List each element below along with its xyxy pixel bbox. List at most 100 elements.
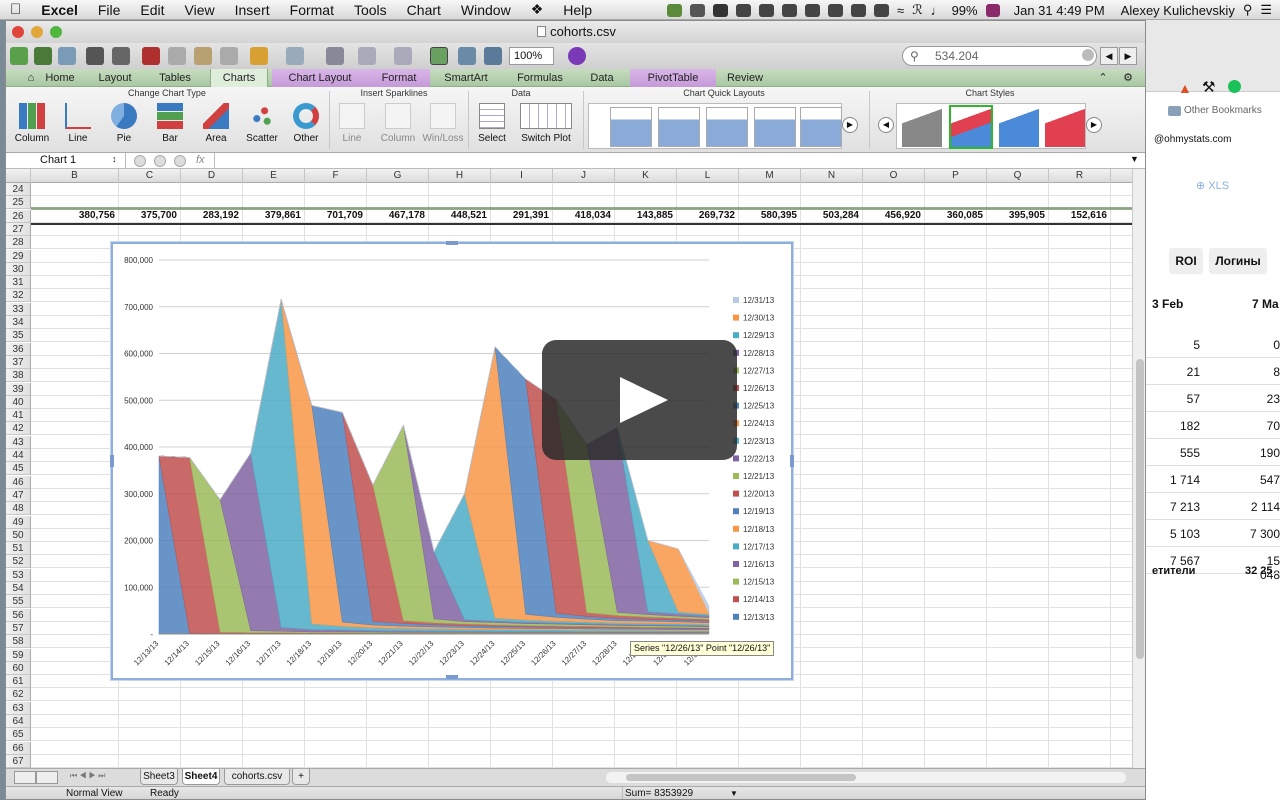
- undo-icon[interactable]: [250, 47, 268, 65]
- chart-type-column-button[interactable]: Column: [12, 103, 52, 144]
- sheet-tab-sheet3[interactable]: Sheet3: [140, 769, 178, 785]
- media-browser-icon[interactable]: [458, 47, 476, 65]
- column-header-k[interactable]: K: [615, 169, 677, 183]
- switch-plot-button[interactable]: Switch Plot: [514, 103, 578, 144]
- quick-layouts-gallery[interactable]: [588, 103, 842, 149]
- clock[interactable]: Jan 31 4:49 PM: [1014, 3, 1105, 18]
- chart-type-scatter-button[interactable]: Scatter: [242, 103, 282, 144]
- chart-type-bar-button[interactable]: Bar: [150, 103, 190, 144]
- row-header-41[interactable]: 41: [6, 409, 31, 423]
- clear-search-icon[interactable]: [1082, 49, 1094, 61]
- add-sheet-button[interactable]: +: [292, 769, 310, 785]
- cell-q25[interactable]: 395,905: [987, 210, 1049, 222]
- browser-tab-roi[interactable]: ROI: [1169, 248, 1203, 274]
- row-header-40[interactable]: 40: [6, 395, 31, 409]
- column-header-q[interactable]: Q: [987, 169, 1049, 183]
- spotlight-icon[interactable]: ⚲: [1243, 2, 1253, 18]
- minimize-window-button[interactable]: [31, 26, 43, 38]
- script-menu-icon[interactable]: ❖: [521, 1, 554, 18]
- row-header-47[interactable]: 47: [6, 488, 31, 502]
- function-icon[interactable]: [174, 155, 186, 167]
- row-header-36[interactable]: 36: [6, 342, 31, 356]
- tab-layout[interactable]: Layout: [94, 69, 136, 87]
- tab-chart-layout[interactable]: Chart Layout: [272, 69, 368, 87]
- row-header-49[interactable]: 49: [6, 515, 31, 529]
- row-header-52[interactable]: 52: [6, 555, 31, 569]
- quick-layout-1[interactable]: [610, 107, 652, 147]
- row-header-53[interactable]: 53: [6, 568, 31, 582]
- user-name[interactable]: Alexey Kulichevskiy: [1121, 3, 1235, 18]
- page-layout-view-toggle[interactable]: [36, 771, 58, 784]
- cell-n25[interactable]: 503,284: [801, 210, 863, 222]
- column-header-m[interactable]: M: [739, 169, 801, 183]
- account-email[interactable]: @ohmystats.com: [1154, 134, 1231, 145]
- quick-layout-5[interactable]: [800, 107, 842, 147]
- select-all-corner[interactable]: [6, 169, 31, 183]
- column-header-i[interactable]: I: [491, 169, 553, 183]
- row-header-60[interactable]: 60: [6, 661, 31, 675]
- menu-insert[interactable]: Insert: [225, 2, 280, 18]
- tray-wrench-icon[interactable]: [759, 3, 775, 17]
- sparkline-line-button[interactable]: Line: [332, 103, 372, 144]
- cell-i25[interactable]: 291,391: [491, 210, 553, 222]
- cell-o25[interactable]: 456,920: [863, 210, 925, 222]
- row-header-38[interactable]: 38: [6, 369, 31, 383]
- chart-type-pie-button[interactable]: Pie: [104, 103, 144, 144]
- menu-format[interactable]: Format: [280, 2, 344, 18]
- row-header-50[interactable]: 50: [6, 528, 31, 542]
- row-header-57[interactable]: 57: [6, 621, 31, 635]
- redo-icon[interactable]: [286, 47, 304, 65]
- vertical-scrollbar[interactable]: [1132, 169, 1145, 768]
- save-icon[interactable]: [86, 47, 104, 65]
- row-header-62[interactable]: 62: [6, 688, 31, 702]
- bluetooth-icon[interactable]: ℛ: [912, 2, 922, 18]
- tray-paw-icon[interactable]: [736, 3, 752, 17]
- format-painter-icon[interactable]: [220, 47, 238, 65]
- column-header-n[interactable]: N: [801, 169, 863, 183]
- normal-view-toggle[interactable]: [14, 771, 36, 784]
- tab-tables[interactable]: Tables: [154, 69, 196, 87]
- tray-dropbox-icon[interactable]: [782, 3, 798, 17]
- row-header-56[interactable]: 56: [6, 608, 31, 622]
- tray-timemachine-icon[interactable]: [874, 3, 890, 17]
- tab-format[interactable]: Format: [368, 69, 430, 87]
- column-header-f[interactable]: F: [305, 169, 367, 183]
- sparkline-column-button[interactable]: Column: [376, 103, 420, 144]
- tray-evernote-icon[interactable]: [713, 3, 729, 17]
- cell-d25[interactable]: 283,192: [181, 210, 243, 222]
- quick-layout-3[interactable]: [706, 107, 748, 147]
- video-play-button[interactable]: [542, 340, 737, 460]
- menu-window[interactable]: Window: [451, 2, 521, 18]
- namebox-stepper-icon[interactable]: ↕: [112, 154, 117, 164]
- help-icon[interactable]: [568, 47, 586, 65]
- tray-drive-icon[interactable]: [690, 3, 706, 17]
- row-header-24[interactable]: 24: [6, 183, 31, 196]
- collapse-ribbon-icon[interactable]: ⌃: [1096, 69, 1110, 87]
- sparkline-winloss-button[interactable]: Win/Loss: [418, 103, 468, 144]
- area-chart[interactable]: 800,000 700,000 600,000 500,000 400,000 300,0…: [110, 241, 794, 680]
- column-header-l[interactable]: L: [677, 169, 739, 183]
- chart-resize-handle-bottom[interactable]: [446, 675, 458, 679]
- row-header-34[interactable]: 34: [6, 316, 31, 329]
- close-window-button[interactable]: [12, 26, 24, 38]
- cell-j25[interactable]: 418,034: [553, 210, 615, 222]
- quick-layout-2[interactable]: [658, 107, 700, 147]
- column-header-e[interactable]: E: [243, 169, 305, 183]
- cut-icon[interactable]: [142, 47, 160, 65]
- menu-view[interactable]: View: [175, 2, 225, 18]
- column-header-d[interactable]: D: [181, 169, 243, 183]
- gallery-icon[interactable]: [34, 47, 52, 65]
- tray-app-icon[interactable]: [667, 3, 683, 17]
- zoom-window-button[interactable]: [50, 26, 62, 38]
- menu-edit[interactable]: Edit: [130, 2, 174, 18]
- cell-g25[interactable]: 467,178: [367, 210, 429, 222]
- fx-label[interactable]: fx: [196, 154, 205, 166]
- cell-b25[interactable]: 380,756: [31, 210, 119, 222]
- row-header-35[interactable]: 35: [6, 329, 31, 343]
- row-header-51[interactable]: 51: [6, 542, 31, 556]
- xls-link[interactable]: ⊕ XLS: [1196, 179, 1229, 192]
- autosum-icon[interactable]: [326, 47, 344, 65]
- tab-home[interactable]: Home: [42, 69, 78, 87]
- flag-icon[interactable]: [985, 3, 1000, 17]
- browser-tab-logins[interactable]: Логины: [1209, 248, 1267, 274]
